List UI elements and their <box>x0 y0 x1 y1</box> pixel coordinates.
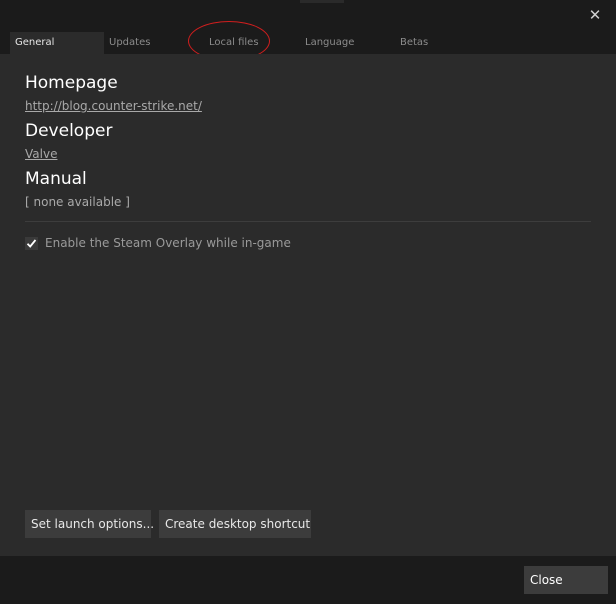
tab-updates[interactable]: Updates <box>104 32 199 54</box>
section-divider <box>25 221 591 222</box>
tab-bar: General Updates Local files Language Bet… <box>10 32 449 54</box>
create-desktop-shortcut-button[interactable]: Create desktop shortcut <box>159 510 311 538</box>
tab-local-files[interactable]: Local files <box>199 32 294 54</box>
footer-bar: Close <box>0 556 616 604</box>
overlay-checkbox[interactable] <box>25 236 38 250</box>
homepage-link[interactable]: http://blog.counter-strike.net/ <box>25 99 202 113</box>
set-launch-options-button[interactable]: Set launch options... <box>25 510 154 538</box>
tab-general[interactable]: General <box>10 32 104 54</box>
overlay-checkbox-row[interactable]: Enable the Steam Overlay while in-game <box>25 236 291 250</box>
manual-value: [ none available ] <box>25 195 130 209</box>
close-icon[interactable]: ✕ <box>588 8 602 23</box>
homepage-heading: Homepage <box>25 73 118 93</box>
close-button[interactable]: Close <box>524 566 608 594</box>
general-tab-panel: Homepage http://blog.counter-strike.net/… <box>0 54 616 556</box>
overlay-checkbox-label: Enable the Steam Overlay while in-game <box>45 236 291 250</box>
tab-language[interactable]: Language <box>294 32 389 54</box>
developer-link[interactable]: Valve <box>25 147 57 161</box>
title-bar-handle <box>300 0 344 3</box>
tab-betas[interactable]: Betas <box>389 32 449 54</box>
game-properties-window: ✕ General Updates Local files Language B… <box>0 0 616 604</box>
manual-heading: Manual <box>25 169 87 189</box>
checkmark-icon <box>26 238 37 248</box>
developer-heading: Developer <box>25 121 113 141</box>
title-bar[interactable]: ✕ <box>0 0 616 32</box>
